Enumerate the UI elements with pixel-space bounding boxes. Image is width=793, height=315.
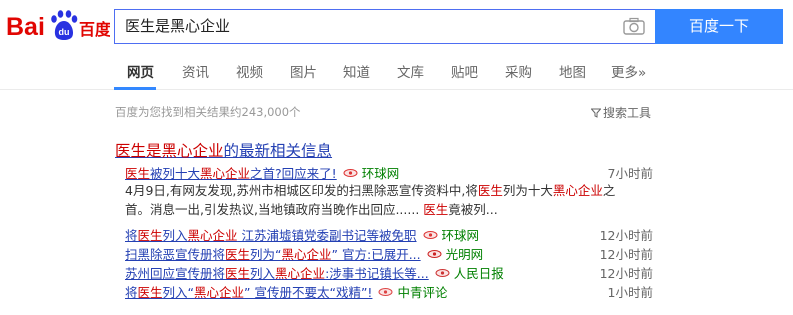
tab-map[interactable]: 地图: [559, 61, 586, 81]
news-source: 光明网: [445, 247, 484, 262]
keyword-highlight: 黑心企业: [194, 285, 245, 300]
tab-web[interactable]: 网页: [127, 61, 154, 81]
news-title-rest: 的最新相关信息: [223, 142, 333, 160]
news-time: 12小时前: [599, 266, 653, 281]
text-segment: :涉事书记镇长等...: [325, 266, 429, 281]
news-item: 将医生列入“黑心企业” 宣传册不要太“戏精”! 中青评论 1小时前: [125, 282, 665, 300]
tab-more[interactable]: 更多»: [611, 61, 646, 81]
news-item: 扫黑除恶宣传册将医生列为“黑心企业” 官方:已展开... 光明网 12小时前: [125, 244, 665, 262]
news-source: 中青评论: [397, 285, 448, 300]
keyword-highlight: 医生: [477, 183, 503, 198]
keyword-highlight: 医生: [225, 266, 251, 281]
keyword-highlight: 医生: [225, 247, 251, 262]
svg-text:百度: 百度: [79, 20, 110, 39]
keyword-highlight: 黑心企业: [552, 183, 603, 198]
news-item: 苏州回应宣传册将医生列入黑心企业:涉事书记镇长等... 人民日报 12小时前: [125, 263, 665, 281]
news-time: 7小时前: [607, 166, 653, 181]
text-segment: 将: [125, 228, 138, 243]
news-item-link[interactable]: 苏州回应宣传册将医生列入黑心企业:涉事书记镇长等...: [125, 266, 429, 281]
source-logo-icon: [378, 288, 393, 296]
news-time: 12小时前: [599, 228, 653, 243]
news-item-link[interactable]: 将医生列入黑心企业 江苏浦墟镇党委副书记等被免职: [125, 228, 417, 243]
text-segment: 之首?回应来了!: [250, 166, 337, 181]
svg-text:Bai: Bai: [6, 13, 45, 41]
tab-news[interactable]: 资讯: [182, 61, 209, 81]
text-segment: 列入: [250, 266, 276, 281]
text-segment: 列为十大: [502, 183, 553, 198]
tab-tieba[interactable]: 贴吧: [451, 61, 478, 81]
news-source: 人民日报: [453, 266, 504, 281]
text-segment: 竟被列...: [448, 202, 498, 217]
tab-caigou[interactable]: 采购: [505, 61, 532, 81]
news-abstract: 4月9日,有网友发现,苏州市相城区印发的扫黑除恶宣传资料中,将医生列为十大黑心企…: [125, 181, 655, 219]
keyword-highlight: 黑心企业: [281, 247, 332, 262]
source-logo-icon: [427, 250, 442, 258]
results-stats: 百度为您找到相关结果约243,000个: [115, 105, 301, 119]
news-item-link[interactable]: 将医生列入“黑心企业” 宣传册不要太“戏精”!: [125, 285, 372, 300]
keyword-highlight: 医生: [125, 166, 151, 181]
text-segment: 江苏浦墟镇党委副书记等被免职: [237, 228, 417, 243]
active-tab-indicator: [114, 87, 156, 90]
source-logo-icon: [423, 231, 438, 239]
news-title-highlight: 医生是黑心企业: [115, 142, 224, 160]
text-segment: 4月9日,有网友发现,苏州市相城区印发的扫黑除恶宣传资料中,将: [125, 183, 478, 198]
source-logo-icon: [435, 269, 450, 277]
text-segment: 列入: [162, 228, 188, 243]
text-segment: 被列十大: [150, 166, 201, 181]
text-segment: 扫黑除恶宣传册将: [125, 247, 226, 262]
news-abstract-line: 4月9日,有网友发现,苏州市相城区印发的扫黑除恶宣传资料中,将医生列为十大黑心企…: [125, 181, 655, 200]
tab-video[interactable]: 视频: [236, 61, 263, 81]
search-tools-label: 搜索工具: [603, 106, 652, 120]
keyword-highlight: 黑心企业: [275, 266, 326, 281]
top-bar: Bai du 百度 医生是黑心企业 百度一下 网页 资讯 视频 图片 知道 文库…: [0, 0, 793, 90]
tab-bar: 网页 资讯 视频 图片 知道 文库 贴吧 采购 地图 更多»: [0, 52, 793, 90]
text-segment: 之: [602, 183, 616, 198]
text-segment: 首。消息一出,引发热议,当地镇政府当晚作出回应......: [125, 202, 424, 217]
news-item: 医生被列十大黑心企业之首?回应来了! 环球网 7小时前: [125, 163, 665, 181]
text-segment: ” 宣传册不要太“戏精”!: [244, 285, 373, 300]
news-source: 环球网: [361, 166, 400, 181]
tab-images[interactable]: 图片: [290, 61, 317, 81]
text-segment: 苏州回应宣传册将: [125, 266, 226, 281]
source-logo-icon: [343, 169, 358, 177]
tab-zhidao[interactable]: 知道: [343, 61, 370, 81]
keyword-highlight: 黑心企业: [200, 166, 251, 181]
news-item-link[interactable]: 扫黑除恶宣传册将医生列为“黑心企业” 官方:已展开...: [125, 247, 421, 262]
keyword-highlight: 医生: [423, 202, 449, 217]
search-tools[interactable]: 搜索工具: [590, 104, 652, 121]
baidu-logo[interactable]: Bai du 百度: [6, 6, 110, 44]
search-input[interactable]: 医生是黑心企业: [114, 9, 655, 44]
news-block-title[interactable]: 医生是黑心企业的最新相关信息: [115, 139, 332, 161]
news-abstract-line: 首。消息一出,引发热议,当地镇政府当晚作出回应...... 医生竟被列...: [125, 200, 655, 219]
filter-icon: [590, 108, 602, 118]
text-segment: 列为“: [250, 247, 282, 262]
news-source: 环球网: [441, 228, 480, 243]
news-item: 将医生列入黑心企业 江苏浦墟镇党委副书记等被免职 环球网 12小时前: [125, 225, 665, 243]
camera-icon[interactable]: [623, 17, 645, 35]
news-time: 12小时前: [599, 247, 653, 262]
svg-text:du: du: [59, 27, 70, 37]
news-time: 1小时前: [607, 285, 653, 300]
keyword-highlight: 医生: [137, 228, 163, 243]
tab-wenku[interactable]: 文库: [397, 61, 424, 81]
search-button[interactable]: 百度一下: [655, 9, 783, 44]
keyword-highlight: 医生: [137, 285, 163, 300]
text-segment: ” 官方:已展开...: [331, 247, 421, 262]
text-segment: 列入“: [162, 285, 195, 300]
text-segment: 将: [125, 285, 138, 300]
keyword-highlight: 黑心企业: [187, 228, 238, 243]
news-item-link[interactable]: 医生被列十大黑心企业之首?回应来了!: [125, 166, 337, 181]
